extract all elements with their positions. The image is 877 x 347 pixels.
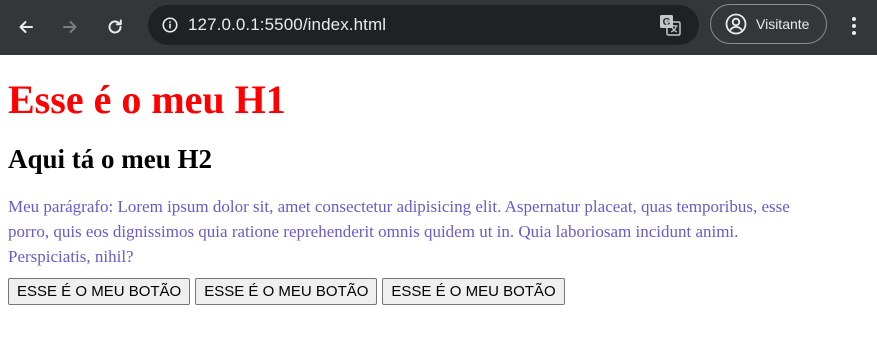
menu-icon [852, 17, 856, 35]
reload-button[interactable] [97, 9, 133, 45]
reload-icon [108, 19, 122, 34]
page-paragraph: Meu parágrafo: Lorem ipsum dolor sit, am… [8, 197, 790, 266]
address-bar[interactable]: 127.0.0.1:5500/index.html G [148, 5, 699, 45]
back-button[interactable] [8, 9, 44, 45]
page-button-2[interactable]: ESSE É O MEU BOTÃO [195, 278, 378, 305]
page-heading-h2: Aqui tá o meu H2 [8, 144, 213, 174]
url-text: 127.0.0.1:5500/index.html [188, 15, 387, 34]
translate-icon[interactable]: G [659, 14, 681, 36]
page-content: Esse é o meu H1 Aqui tá o meu H2 Meu par… [0, 77, 877, 305]
site-info-icon [162, 17, 178, 33]
profile-label: Visitante [756, 16, 810, 32]
browser-toolbar: 127.0.0.1:5500/index.html G Visitante [0, 0, 877, 55]
profile-button[interactable]: Visitante [710, 4, 827, 44]
page-button-1[interactable]: ESSE É O MEU BOTÃO [8, 278, 191, 305]
page-button-3[interactable]: ESSE É O MEU BOTÃO [382, 278, 565, 305]
browser-menu-button[interactable] [842, 11, 866, 41]
page-heading-h1: Esse é o meu H1 [8, 77, 286, 122]
site-info-button[interactable] [156, 11, 184, 39]
forward-button[interactable] [52, 9, 88, 45]
profile-icon [725, 13, 747, 35]
button-row: ESSE É O MEU BOTÃO ESSE É O MEU BOTÃO ES… [8, 278, 869, 305]
back-icon [19, 21, 33, 33]
forward-icon [63, 21, 77, 33]
